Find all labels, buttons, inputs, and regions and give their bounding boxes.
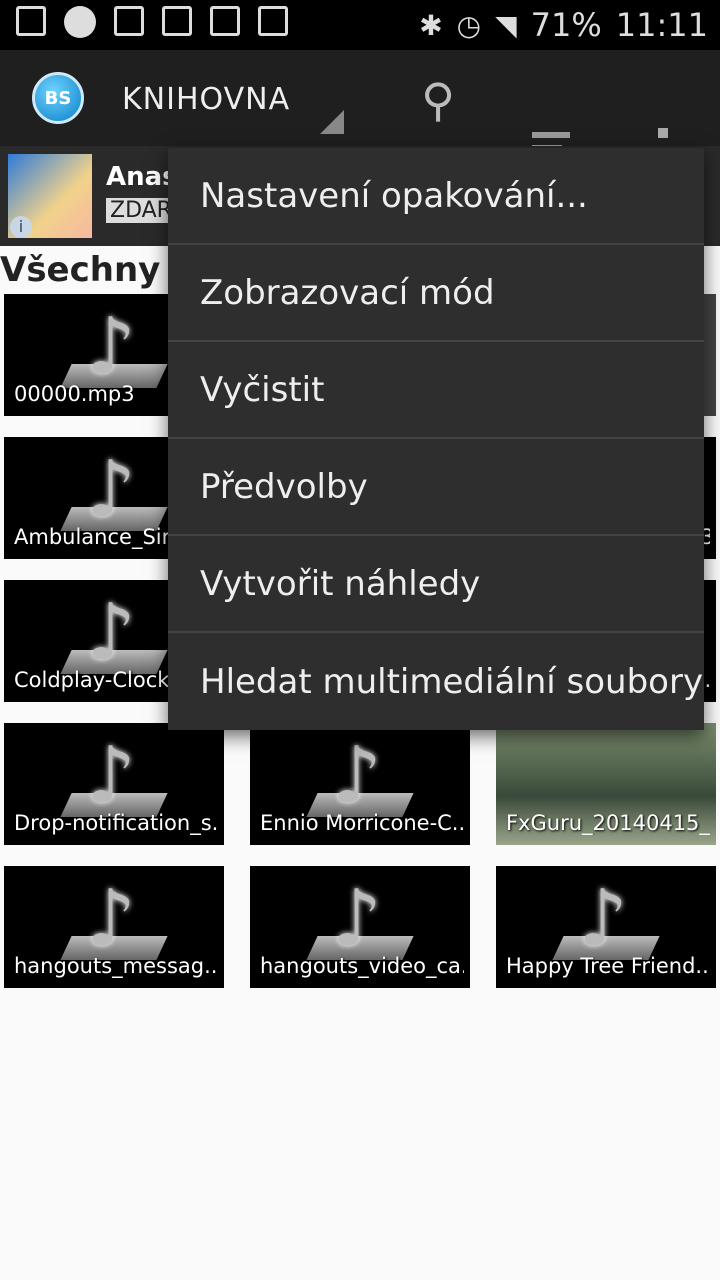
media-tile[interactable]: FxGuru_20140415_... (496, 723, 716, 845)
status-right: ✱ ◷ ◥ 71% 11:11 (419, 6, 708, 44)
wifi-icon: ◥ (495, 8, 517, 42)
menu-item-display-mode[interactable]: Zobrazovací mód (168, 245, 704, 342)
status-bar: ✱ ◷ ◥ 71% 11:11 (0, 0, 720, 50)
bag-icon (210, 6, 240, 36)
info-icon[interactable]: i (10, 216, 32, 238)
menu-item-clear[interactable]: Vyčistit (168, 342, 704, 439)
media-tile-label: Ennio Morricone-C... (260, 811, 464, 835)
media-tile-label: Drop-notification_s... (14, 811, 218, 835)
music-note-icon: ♪ (86, 588, 136, 678)
music-note-icon: ♪ (86, 302, 136, 392)
media-tile[interactable]: ♪ Happy Tree Friend... (496, 866, 716, 988)
bag-icon (162, 6, 192, 36)
music-note-icon: ♪ (86, 445, 136, 535)
action-bar: BS KNIHOVNA ⚲ (0, 50, 720, 176)
library-title[interactable]: KNIHOVNA (122, 82, 290, 117)
notification-icons (16, 6, 288, 38)
media-tile[interactable]: ♪ hangouts_video_ca... (250, 866, 470, 988)
music-note-icon: ♪ (332, 874, 382, 964)
clock: 11:11 (615, 6, 708, 44)
bluetooth-icon: ✱ (419, 8, 443, 42)
media-tile-label: hangouts_messag... (14, 954, 218, 978)
media-tile-label: Happy Tree Friend... (506, 954, 710, 978)
music-note-icon: ♪ (86, 874, 136, 964)
menu-item-repeat-settings[interactable]: Nastavení opakování... (168, 148, 704, 245)
music-note-icon: ♪ (332, 731, 382, 821)
media-tile[interactable]: ♪ Ennio Morricone-C... (250, 723, 470, 845)
battery-percent: 71% (530, 6, 602, 44)
media-tile-label: hangouts_video_ca... (260, 954, 464, 978)
menu-item-search-media[interactable]: Hledat multimediální soubory (168, 633, 704, 730)
media-tile-label: FxGuru_20140415_... (506, 811, 710, 835)
smiley-icon (64, 6, 96, 38)
image-icon (16, 6, 46, 36)
section-title: Všechny s (0, 250, 193, 290)
alarm-icon: ◷ (456, 8, 482, 42)
spinner-indicator-icon (320, 110, 344, 134)
menu-item-preferences[interactable]: Předvolby (168, 439, 704, 536)
music-note-icon: ♪ (86, 731, 136, 821)
ad-tag: ZDAR (106, 198, 176, 223)
media-tile[interactable]: ♪ Drop-notification_s... (4, 723, 224, 845)
bag-icon (114, 6, 144, 36)
music-note-icon: ♪ (578, 874, 628, 964)
bag-icon (258, 6, 288, 36)
media-tile[interactable]: ♪ hangouts_messag... (4, 866, 224, 988)
search-icon[interactable]: ⚲ (412, 74, 464, 126)
app-logo-icon[interactable]: BS (32, 72, 84, 124)
menu-item-create-thumbnails[interactable]: Vytvořit náhledy (168, 536, 704, 633)
overflow-menu: Nastavení opakování... Zobrazovací mód V… (168, 148, 704, 730)
